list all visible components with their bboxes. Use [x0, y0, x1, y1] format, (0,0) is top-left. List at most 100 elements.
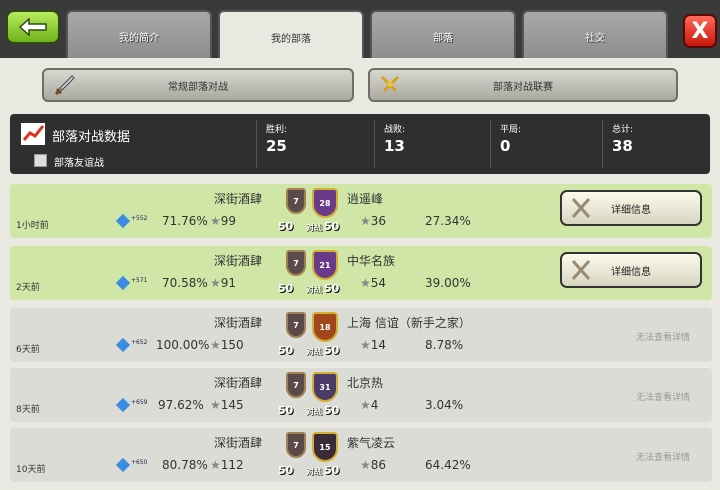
own-clan-level: 7	[293, 320, 299, 330]
own-clan-name: 深街酒肆	[214, 376, 263, 390]
losses-stat: 战败: 13	[384, 122, 405, 155]
regular-war-label: 常规部落对战	[168, 81, 228, 93]
star-icon: ★	[360, 398, 371, 412]
own-clan-name: 深街酒肆	[214, 436, 263, 450]
losses-label: 战败:	[384, 125, 406, 135]
no-details-text: 无法查看详情	[636, 333, 691, 343]
enemy-stars-value: 86	[370, 458, 387, 472]
tab-social[interactable]: 社交	[522, 10, 668, 60]
own-score: 50	[278, 464, 294, 477]
details-label: 详细信息	[611, 204, 651, 216]
war-time: 6天前	[16, 345, 40, 355]
own-stars-value: 145	[220, 398, 244, 412]
war-league-label: 部落对战联赛	[493, 81, 553, 93]
own-clan-level: 7	[293, 440, 299, 450]
war-row: 10天前 +650 80.78% ★112 深街酒肆 7 15 紫气凌云 50 …	[10, 428, 712, 482]
vs-label: 对战	[306, 467, 322, 476]
tab-label: 部落	[433, 32, 453, 44]
divider	[602, 120, 603, 168]
enemy-clan-badge-icon: 18	[312, 312, 338, 342]
own-stars: ★99	[210, 214, 236, 228]
war-row: 8天前 +659 97.62% ★145 深街酒肆 7 31 北京热 50 对战…	[10, 368, 712, 422]
tab-label: 我的简介	[119, 32, 159, 44]
details-button[interactable]: 详细信息	[560, 252, 702, 288]
enemy-clan-level: 15	[319, 442, 331, 452]
xp-gain: +552	[131, 215, 148, 222]
tab-label: 社交	[585, 32, 605, 44]
close-icon: X	[691, 18, 709, 44]
regular-war-button[interactable]: 常规部落对战	[42, 68, 354, 102]
xp-gain: +571	[131, 277, 148, 284]
enemy-destruction: 3.04%	[425, 398, 464, 412]
vs-label: 对战	[306, 285, 322, 294]
war-time: 8天前	[16, 405, 40, 415]
enemy-score: 50	[324, 220, 340, 233]
xp-gem-icon	[115, 457, 131, 473]
details-button[interactable]: 详细信息	[560, 190, 702, 226]
total-stat: 总计: 38	[612, 122, 633, 155]
own-stars: ★112	[210, 458, 244, 472]
xp-gem-icon	[115, 337, 131, 353]
friendly-war-label: 部落友谊战	[54, 158, 104, 169]
enemy-stars-value: 36	[370, 214, 387, 228]
tab-clans[interactable]: 部落	[370, 10, 516, 60]
enemy-score: 50	[324, 404, 340, 417]
star-icon: ★	[210, 338, 221, 352]
own-score: 50	[278, 220, 294, 233]
friendly-war-checkbox[interactable]	[34, 154, 47, 167]
own-destruction: 80.78%	[162, 458, 208, 472]
own-destruction: 97.62%	[158, 398, 204, 412]
own-score: 50	[278, 344, 294, 357]
enemy-score: 50	[324, 464, 340, 477]
own-destruction: 70.58%	[162, 276, 208, 290]
enemy-score: 50	[324, 344, 340, 357]
own-clan-level: 7	[293, 380, 299, 390]
xp-gem-icon	[115, 275, 131, 291]
draws-value: 0	[500, 137, 511, 155]
enemy-clan-level: 31	[319, 382, 331, 392]
chart-icon	[21, 123, 45, 145]
own-clan-name: 深街酒肆	[214, 316, 263, 330]
tab-my-clan[interactable]: 我的部落	[218, 10, 364, 62]
enemy-stars: ★86	[360, 458, 386, 472]
no-details-text: 无法查看详情	[636, 453, 691, 463]
close-button[interactable]: X	[683, 14, 717, 48]
own-stars: ★91	[210, 276, 236, 290]
xp-gain: +650	[131, 459, 148, 466]
enemy-clan-name: 中华名族	[347, 254, 396, 268]
own-stars: ★150	[210, 338, 244, 352]
war-time: 1小时前	[16, 221, 49, 231]
star-icon: ★	[360, 458, 371, 472]
xp-gain: +652	[131, 339, 148, 346]
wins-stat: 胜利: 25	[266, 122, 287, 155]
war-league-button[interactable]: 部落对战联赛	[368, 68, 678, 102]
enemy-clan-name: 紫气凌云	[347, 436, 396, 450]
divider	[490, 120, 491, 168]
enemy-clan-badge-icon: 28	[312, 188, 338, 218]
arrow-left-icon	[18, 18, 47, 36]
back-button[interactable]	[6, 10, 60, 44]
war-time: 2天前	[16, 283, 40, 293]
war-stats-title: 部落对战数据	[52, 130, 131, 145]
enemy-stars: ★4	[360, 398, 378, 412]
divider	[374, 120, 375, 168]
enemy-destruction: 8.78%	[425, 338, 464, 352]
star-icon: ★	[210, 214, 221, 228]
own-clan-name: 深街酒肆	[214, 192, 263, 206]
war-stats-summary: 部落对战数据 部落友谊战 胜利: 25 战败: 13 平局: 0 总计: 38	[10, 114, 710, 174]
wins-label: 胜利:	[266, 125, 288, 135]
top-bar: 我的简介 我的部落 部落 社交 X	[0, 0, 720, 62]
divider	[256, 120, 257, 168]
total-value: 38	[612, 137, 633, 155]
enemy-destruction: 64.42%	[425, 458, 471, 472]
enemy-clan-level: 28	[319, 198, 331, 208]
own-score: 50	[278, 282, 294, 295]
star-icon: ★	[210, 276, 221, 290]
tab-my-profile[interactable]: 我的简介	[66, 10, 212, 60]
star-icon: ★	[360, 214, 371, 228]
draws-label: 平局:	[500, 125, 522, 135]
own-score: 50	[278, 404, 294, 417]
own-stars: ★145	[210, 398, 244, 412]
enemy-clan-badge-icon: 31	[312, 372, 338, 402]
enemy-clan-name: 上海 信谊（新手之家）	[347, 316, 471, 330]
